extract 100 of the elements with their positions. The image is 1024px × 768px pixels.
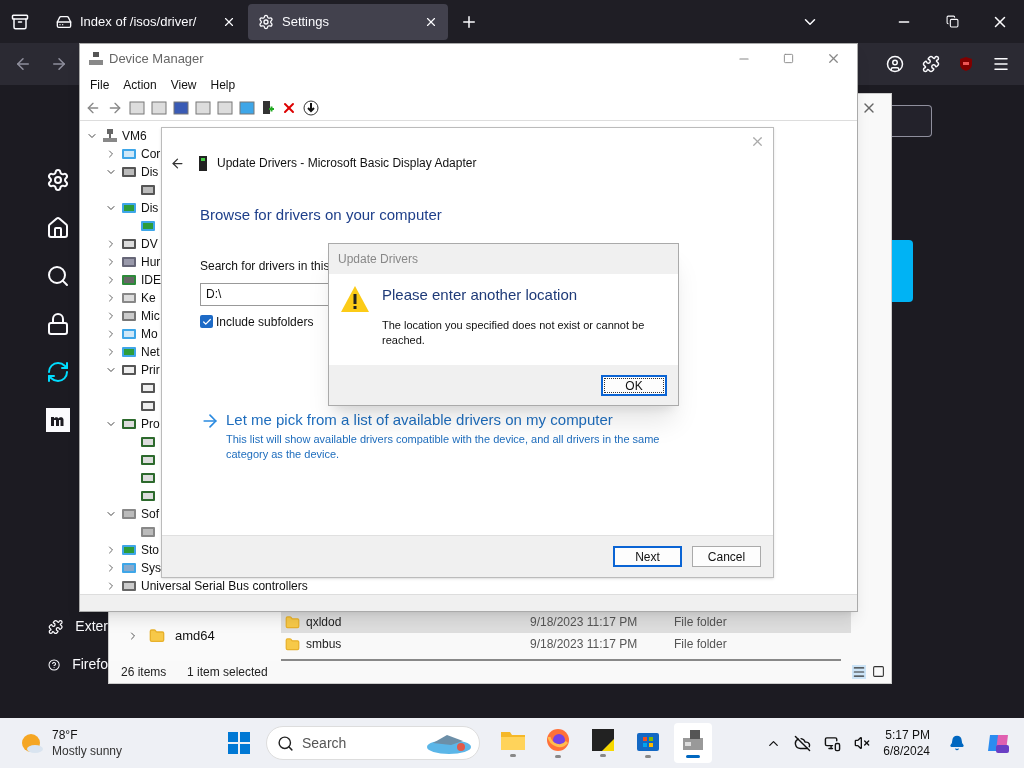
path-field[interactable]: D:\: [200, 282, 328, 306]
ok-button[interactable]: OK: [601, 374, 667, 396]
tree-item[interactable]: Sof: [141, 505, 159, 523]
extensions-icon[interactable]: [48, 618, 64, 635]
tree-item[interactable]: Dis: [141, 199, 159, 217]
tree-item[interactable]: Mo: [141, 325, 158, 343]
computer-icon: [102, 128, 118, 144]
uninstall-icon[interactable]: [281, 100, 297, 116]
device-manager-icon[interactable]: [681, 728, 705, 752]
file-row[interactable]: qxldod 9/18/2023 11:17 PM File folder: [281, 611, 851, 633]
tree-item[interactable]: Hur: [141, 253, 161, 271]
download-icon[interactable]: [303, 100, 319, 116]
keyboard-icon: [121, 290, 137, 306]
weather-temperature: 78°F: [52, 727, 79, 743]
tree-item[interactable]: Cor: [141, 145, 161, 163]
file-row[interactable]: smbus 9/18/2023 11:17 PM File folder: [281, 633, 851, 655]
tree-item[interactable]: Prir: [141, 361, 160, 379]
help-icon[interactable]: [48, 656, 61, 673]
search-placeholder: Search: [302, 733, 347, 753]
link-description: This list will show available drivers compatible with the device, and all drivers in the same category as the device.: [226, 432, 661, 462]
m-logo-icon[interactable]: [46, 408, 70, 432]
account-icon[interactable]: [886, 55, 904, 73]
tree-item[interactable]: Sys: [141, 559, 161, 577]
menu-item[interactable]: View: [170, 75, 197, 94]
computer-icon: [121, 146, 137, 162]
dialog-button[interactable]: Cancel: [692, 546, 761, 567]
tree-item[interactable]: VM6: [122, 127, 147, 145]
status-text: 1 item selected: [187, 664, 268, 681]
processor-icon: [140, 470, 156, 486]
search-field[interactable]: [892, 105, 932, 137]
cloud-off-icon[interactable]: [794, 734, 812, 752]
tree-item[interactable]: Sto: [141, 541, 159, 559]
tree-item[interactable]: amd64: [175, 626, 215, 646]
menu-item[interactable]: Help: [210, 75, 236, 94]
toolbar-help-icon[interactable]: [173, 100, 189, 116]
tree-item[interactable]: Mic: [141, 307, 160, 325]
tree-item[interactable]: Dis: [141, 163, 159, 181]
settings-icon[interactable]: [46, 168, 70, 192]
clock-time[interactable]: 5:17 PM: [885, 727, 930, 743]
details-view-icon[interactable]: [852, 665, 866, 679]
tree-item[interactable]: IDE: [141, 271, 161, 289]
monitor-icon: [121, 326, 137, 342]
dvd-icon: [121, 236, 137, 252]
clock-date[interactable]: 6/8/2024: [883, 743, 930, 759]
menu-icon[interactable]: [992, 55, 1010, 73]
home-icon[interactable]: [46, 216, 70, 240]
folder-icon: [285, 614, 300, 630]
toolbar-scan-icon[interactable]: [239, 100, 255, 116]
back-icon[interactable]: [170, 155, 185, 171]
tree-item[interactable]: DV: [141, 235, 158, 253]
search-icon: [277, 734, 294, 752]
enable-device-icon[interactable]: [261, 100, 275, 116]
search-icon[interactable]: [46, 264, 70, 288]
printer-icon: [121, 362, 137, 378]
tab-list-icon[interactable]: [11, 12, 29, 31]
restore-icon[interactable]: [946, 15, 959, 28]
tree-item[interactable]: Universal Serial Bus controllers: [141, 577, 308, 594]
dialog-button[interactable]: Next: [613, 546, 682, 567]
ide-icon: [121, 272, 137, 288]
window-title: Device Manager: [109, 49, 204, 68]
file-type: File folder: [674, 614, 727, 631]
forward-icon[interactable]: [107, 100, 123, 116]
dialog-title: Update Drivers: [338, 251, 419, 268]
mouse-icon: [121, 308, 137, 324]
device-manager-icon: [89, 51, 103, 66]
browser-tab[interactable]: Settings: [248, 3, 448, 40]
network-icon[interactable]: [824, 734, 842, 752]
tree-item[interactable]: Net: [141, 343, 160, 361]
taskbar-app[interactable]: [674, 723, 712, 763]
processor-icon: [140, 434, 156, 450]
link[interactable]: Let me pick from a list of available drivers on my computer: [226, 408, 676, 431]
volume-muted-icon[interactable]: [854, 735, 871, 751]
menu-item[interactable]: Action: [123, 75, 157, 94]
file-type: File folder: [674, 636, 727, 653]
sidebar-link[interactable]: Firefo: [72, 654, 108, 675]
checkbox[interactable]: [200, 315, 213, 328]
processor-icon: [140, 488, 156, 504]
tree-item[interactable]: Pro: [141, 415, 160, 433]
sidebar-link[interactable]: Exter: [75, 616, 108, 637]
file-name: smbus: [306, 636, 343, 653]
storage-icon: [121, 542, 137, 558]
lock-icon[interactable]: [46, 312, 70, 336]
sticky-note-icon[interactable]: [592, 729, 614, 751]
shield-icon[interactable]: [958, 56, 974, 72]
tree-item[interactable]: Ke: [141, 289, 156, 307]
firefox-icon[interactable]: [546, 728, 570, 752]
forward-icon[interactable]: [50, 55, 68, 73]
tiles-view-icon[interactable]: [872, 665, 885, 678]
taskbar-search-field[interactable]: Search: [266, 726, 480, 760]
windows-logo-icon[interactable]: [228, 732, 250, 754]
maximize-icon[interactable]: [783, 53, 794, 64]
notification-bell-icon[interactable]: [949, 735, 965, 751]
sync-icon[interactable]: [46, 360, 70, 384]
menu-item[interactable]: File: [90, 75, 110, 94]
dialog-heading: Please enter another location: [382, 285, 579, 305]
file-date: 9/18/2023 11:17 PM: [530, 614, 639, 631]
scrollbar[interactable]: [281, 659, 841, 661]
extensions-icon[interactable]: [922, 55, 940, 73]
browser-tab[interactable]: Index of /isos/driver/: [46, 3, 246, 40]
printer-icon: [140, 398, 156, 414]
